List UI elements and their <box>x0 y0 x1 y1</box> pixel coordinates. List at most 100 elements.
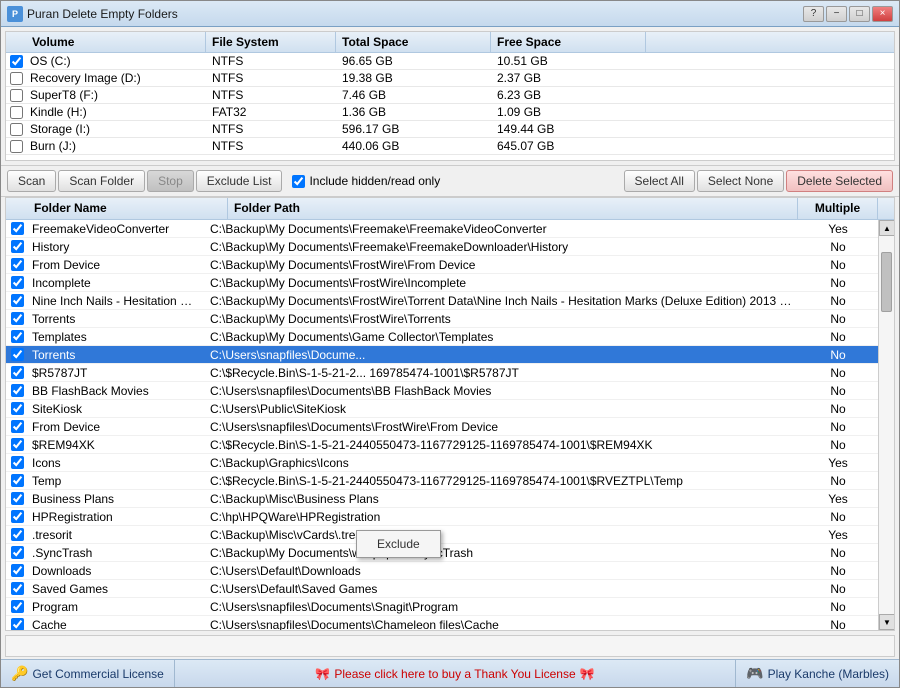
folders-scrollbar[interactable]: ▲ ▼ <box>878 220 894 630</box>
select-none-button[interactable]: Select None <box>697 170 784 192</box>
thankyou-section: 🎀 Please click here to buy a Thank You L… <box>175 660 736 687</box>
game-icon: 🎮 <box>746 665 763 682</box>
folder-multiple: No <box>798 366 878 380</box>
context-item-exclude[interactable]: Exclude <box>357 533 440 555</box>
maximize-button[interactable]: □ <box>849 6 870 22</box>
volume-checkbox[interactable] <box>10 123 23 136</box>
close-button[interactable]: × <box>872 6 893 22</box>
folder-row[interactable]: History C:\Backup\My Documents\Freemake\… <box>6 238 878 256</box>
folder-checkbox[interactable] <box>11 384 24 397</box>
volume-checkbox[interactable] <box>10 106 23 119</box>
volume-name: Storage (I:) <box>26 122 206 136</box>
folder-checkbox[interactable] <box>11 420 24 433</box>
folder-row[interactable]: Nine Inch Nails - Hesitation Marks... C:… <box>6 292 878 310</box>
folder-checkbox[interactable] <box>11 492 24 505</box>
folder-checkbox[interactable] <box>11 240 24 253</box>
delete-selected-button[interactable]: Delete Selected <box>786 170 893 192</box>
volume-checkbox[interactable] <box>10 55 23 68</box>
folder-name: Torrents <box>28 348 206 362</box>
folder-row[interactable]: SiteKiosk C:\Users\Public\SiteKiosk No <box>6 400 878 418</box>
folder-row[interactable]: $R5787JT C:\$Recycle.Bin\S-1-5-21-2... 1… <box>6 364 878 382</box>
volume-checkbox[interactable] <box>10 89 23 102</box>
folder-row[interactable]: Business Plans C:\Backup\Misc\Business P… <box>6 490 878 508</box>
folder-checkbox[interactable] <box>11 402 24 415</box>
scan-folder-button[interactable]: Scan Folder <box>58 170 145 192</box>
folder-path: C:\Backup\My Documents\Freemake\Freemake… <box>206 222 798 236</box>
folder-checkbox[interactable] <box>11 600 24 613</box>
folder-multiple: Yes <box>798 492 878 506</box>
folder-checkbox[interactable] <box>11 474 24 487</box>
folder-row[interactable]: Icons C:\Backup\Graphics\Icons Yes <box>6 454 878 472</box>
thank-you-text[interactable]: Please click here to buy a Thank You Lic… <box>334 667 575 681</box>
scan-button[interactable]: Scan <box>7 170 56 192</box>
include-hidden-checkbox[interactable] <box>292 175 305 188</box>
folder-name: Temp <box>28 474 206 488</box>
col-folder-path: Folder Path <box>228 198 798 219</box>
folder-row[interactable]: Torrents C:\Backup\My Documents\FrostWir… <box>6 310 878 328</box>
volume-checkbox[interactable] <box>10 140 23 153</box>
folder-row[interactable]: From Device C:\Users\snapfiles\Documents… <box>6 418 878 436</box>
help-button[interactable]: ? <box>803 6 824 22</box>
stop-button[interactable]: Stop <box>147 170 194 192</box>
folder-row[interactable]: Temp C:\$Recycle.Bin\S-1-5-21-2440550473… <box>6 472 878 490</box>
folder-checkbox[interactable] <box>11 564 24 577</box>
exclude-list-button[interactable]: Exclude List <box>196 170 283 192</box>
select-all-button[interactable]: Select All <box>624 170 695 192</box>
volume-total: 596.17 GB <box>336 122 491 136</box>
folder-checkbox[interactable] <box>11 510 24 523</box>
folder-row[interactable]: .SyncTrash C:\Backup\My Documents\wallpa… <box>6 544 878 562</box>
folder-checkbox[interactable] <box>11 582 24 595</box>
folder-checkbox[interactable] <box>11 330 24 343</box>
col-free-space: Free Space <box>491 32 646 52</box>
folder-checkbox[interactable] <box>11 312 24 325</box>
scroll-down-arrow[interactable]: ▼ <box>879 614 894 630</box>
folder-multiple: No <box>798 582 878 596</box>
folder-row[interactable]: Templates C:\Backup\My Documents\Game Co… <box>6 328 878 346</box>
folder-checkbox[interactable] <box>11 618 24 630</box>
volume-name: OS (C:) <box>26 54 206 68</box>
scroll-up-arrow[interactable]: ▲ <box>879 220 894 236</box>
volume-free: 645.07 GB <box>491 139 646 153</box>
folder-name: FreemakeVideoConverter <box>28 222 206 236</box>
folder-checkbox[interactable] <box>11 438 24 451</box>
folder-path: C:\Users\snapfiles\Documents\FrostWire\F… <box>206 420 798 434</box>
folder-row[interactable]: Program C:\Users\snapfiles\Documents\Sna… <box>6 598 878 616</box>
folder-name: .tresorit <box>28 528 206 542</box>
folder-row[interactable]: Cache C:\Users\snapfiles\Documents\Chame… <box>6 616 878 630</box>
folder-row[interactable]: Incomplete C:\Backup\My Documents\FrostW… <box>6 274 878 292</box>
col-total-space: Total Space <box>336 32 491 52</box>
folder-row[interactable]: From Device C:\Backup\My Documents\Frost… <box>6 256 878 274</box>
folder-row[interactable]: BB FlashBack Movies C:\Users\snapfiles\D… <box>6 382 878 400</box>
folder-checkbox[interactable] <box>11 294 24 307</box>
include-hidden-checkbox-label[interactable]: Include hidden/read only <box>284 174 448 188</box>
folder-checkbox[interactable] <box>11 276 24 289</box>
scrollbar-thumb[interactable] <box>881 252 892 312</box>
folder-checkbox[interactable] <box>11 366 24 379</box>
folder-multiple: No <box>798 420 878 434</box>
folder-row[interactable]: .tresorit C:\Backup\Misc\vCards\.tresori… <box>6 526 878 544</box>
folder-checkbox[interactable] <box>11 348 24 361</box>
title-bar: P Puran Delete Empty Folders ? − □ × <box>1 1 899 27</box>
minimize-button[interactable]: − <box>826 6 847 22</box>
folder-row[interactable]: Saved Games C:\Users\Default\Saved Games… <box>6 580 878 598</box>
folder-checkbox[interactable] <box>11 258 24 271</box>
folder-name: Saved Games <box>28 582 206 596</box>
folder-path: C:\Users\snapfiles\Docume... <box>206 348 798 362</box>
folder-path: C:\hp\HPQWare\HPRegistration <box>206 510 798 524</box>
folder-checkbox[interactable] <box>11 456 24 469</box>
folder-row[interactable]: Downloads C:\Users\Default\Downloads No <box>6 562 878 580</box>
folder-row[interactable]: Torrents C:\Users\snapfiles\Docume... No <box>6 346 878 364</box>
folder-row[interactable]: HPRegistration C:\hp\HPQWare\HPRegistrat… <box>6 508 878 526</box>
folder-checkbox[interactable] <box>11 222 24 235</box>
folder-multiple: No <box>798 546 878 560</box>
folder-checkbox[interactable] <box>11 528 24 541</box>
folder-path: C:\$Recycle.Bin\S-1-5-21-2440550473-1167… <box>206 474 798 488</box>
volume-checkbox[interactable] <box>10 72 23 85</box>
folder-row[interactable]: FreemakeVideoConverter C:\Backup\My Docu… <box>6 220 878 238</box>
license-text[interactable]: Get Commercial License <box>32 667 163 681</box>
volume-list: Volume File System Total Space Free Spac… <box>5 31 895 161</box>
folder-row[interactable]: $REM94XK C:\$Recycle.Bin\S-1-5-21-244055… <box>6 436 878 454</box>
folder-checkbox[interactable] <box>11 546 24 559</box>
folder-name: From Device <box>28 420 206 434</box>
game-text[interactable]: Play Kanche (Marbles) <box>768 667 889 681</box>
